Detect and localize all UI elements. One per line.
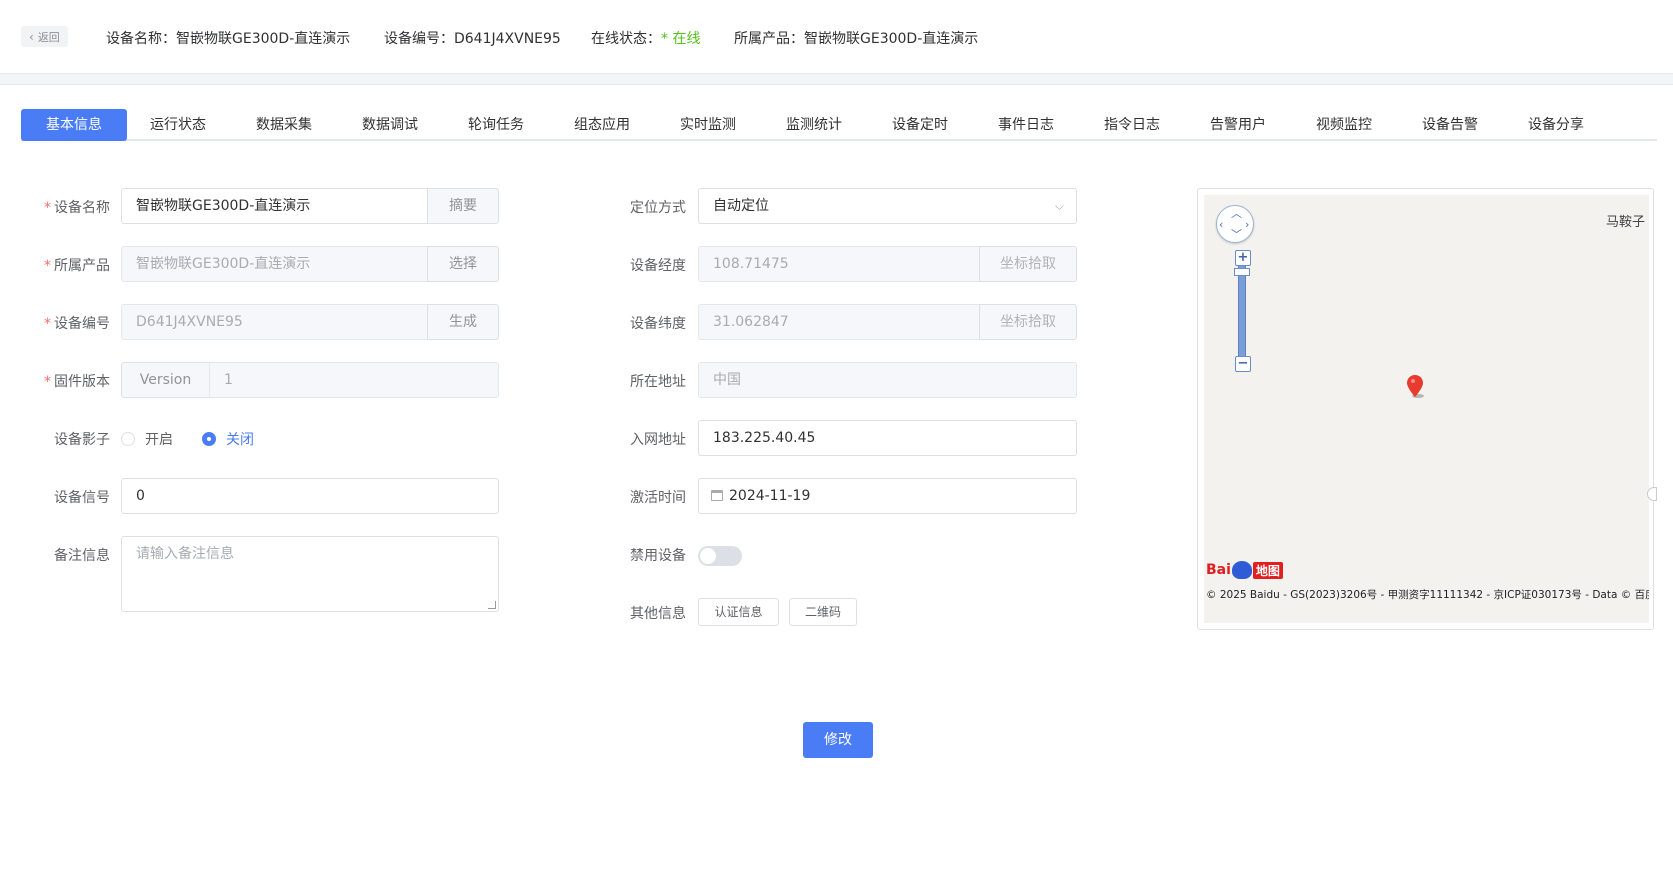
locate-label: 定位方式 bbox=[630, 200, 686, 216]
map-copyright: © 2025 Baidu - GS(2023)3206号 - 甲测资字11111… bbox=[1206, 589, 1649, 601]
ip-label: 入网地址 bbox=[630, 432, 686, 448]
remark-label: 备注信息 bbox=[54, 548, 110, 564]
device-code-label: * 设备编号 bbox=[44, 316, 110, 332]
lat-input: 31.062847 bbox=[698, 304, 980, 340]
pan-left-icon[interactable]: ‹ bbox=[1219, 219, 1223, 230]
header-device-code: 设备编号：D641J4XVNE95 bbox=[384, 31, 561, 47]
switch-knob bbox=[700, 548, 716, 564]
shadow-on-label: 开启 bbox=[145, 432, 173, 448]
map-place-label: 马鞍子 bbox=[1605, 215, 1645, 230]
signal-input[interactable]: 0 bbox=[121, 478, 499, 514]
active-time-value: 2024-11-19 bbox=[729, 488, 811, 504]
shadow-off-label: 关闭 bbox=[226, 432, 254, 448]
map-panel: 马鞍子 ︿ ﹀ ‹ › + − Bai 地图 © 2025 Baidu - GS… bbox=[1197, 188, 1657, 630]
modify-button[interactable]: 修改 bbox=[803, 722, 873, 758]
map-marker-icon[interactable] bbox=[1406, 375, 1424, 399]
device-code-input: D641J4XVNE95 bbox=[121, 304, 428, 340]
tab-data-debug[interactable]: 数据调试 bbox=[343, 109, 437, 141]
tab-run-status[interactable]: 运行状态 bbox=[131, 109, 225, 141]
lat-label: 设备纬度 bbox=[630, 316, 686, 332]
product-label: * 所属产品 bbox=[44, 258, 110, 274]
generate-code-button[interactable]: 生成 bbox=[427, 304, 499, 340]
active-time-label: 激活时间 bbox=[630, 490, 686, 506]
signal-label: 设备信号 bbox=[54, 490, 110, 506]
baidu-logo: Bai 地图 bbox=[1206, 559, 1283, 581]
chevron-down-icon: ⌵ bbox=[1054, 199, 1064, 213]
ip-input[interactable]: 183.225.40.45 bbox=[698, 420, 1077, 456]
select-product-button[interactable]: 选择 bbox=[427, 246, 499, 282]
lat-pick-button[interactable]: 坐标拾取 bbox=[979, 304, 1077, 340]
tab-video-monitor[interactable]: 视频监控 bbox=[1297, 109, 1391, 141]
baidu-paw-icon bbox=[1231, 561, 1252, 579]
tab-bar: 基本信息 运行状态 数据采集 数据调试 轮询任务 组态应用 实时监测 监测统计 … bbox=[21, 109, 1657, 141]
shadow-on-radio[interactable]: 开启 bbox=[121, 429, 173, 449]
baidu-map[interactable]: 马鞍子 ︿ ﹀ ‹ › + − Bai 地图 © 2025 Baidu - GS… bbox=[1204, 195, 1649, 623]
tab-command-log[interactable]: 指令日志 bbox=[1085, 109, 1179, 141]
pan-up-icon[interactable]: ︿ bbox=[1231, 208, 1242, 219]
tab-monitor-stats[interactable]: 监测统计 bbox=[767, 109, 861, 141]
zoom-out-icon[interactable]: − bbox=[1235, 356, 1251, 372]
map-zoom-control: + − bbox=[1234, 250, 1251, 376]
back-label: 返回 bbox=[37, 30, 60, 44]
main-card: 基本信息 运行状态 数据采集 数据调试 轮询任务 组态应用 实时监测 监测统计 … bbox=[0, 84, 1673, 874]
locate-select[interactable]: 自动定位 ⌵ bbox=[698, 188, 1077, 224]
auth-info-button[interactable]: 认证信息 bbox=[698, 598, 779, 626]
tab-device-share[interactable]: 设备分享 bbox=[1509, 109, 1603, 141]
qrcode-button[interactable]: 二维码 bbox=[789, 598, 857, 626]
firmware-input: 1 bbox=[209, 362, 499, 398]
tab-basic-info[interactable]: 基本信息 bbox=[21, 109, 127, 141]
firmware-label: * 固件版本 bbox=[44, 374, 110, 390]
summary-button[interactable]: 摘要 bbox=[427, 188, 499, 224]
map-pan-control[interactable]: ︿ ﹀ ‹ › bbox=[1216, 205, 1254, 243]
header-device-name: 设备名称：智嵌物联GE300D-直连演示 bbox=[106, 31, 351, 47]
radio-dot bbox=[121, 432, 135, 446]
radio-dot bbox=[202, 432, 216, 446]
lng-input: 108.71475 bbox=[698, 246, 980, 282]
tab-device-timer[interactable]: 设备定时 bbox=[873, 109, 967, 141]
address-input: 中国 bbox=[698, 362, 1077, 398]
lng-pick-button[interactable]: 坐标拾取 bbox=[979, 246, 1077, 282]
tab-device-alarm[interactable]: 设备告警 bbox=[1403, 109, 1497, 141]
zoom-handle[interactable] bbox=[1234, 268, 1250, 276]
tab-data-collect[interactable]: 数据采集 bbox=[237, 109, 331, 141]
online-label: 在线状态： bbox=[591, 31, 661, 47]
back-button[interactable]: ‹ 返回 bbox=[21, 26, 68, 47]
disable-label: 禁用设备 bbox=[630, 548, 686, 564]
header-online-status: 在线状态：* 在线 bbox=[591, 28, 700, 48]
zoom-track[interactable] bbox=[1238, 260, 1246, 370]
pan-down-icon[interactable]: ﹀ bbox=[1231, 229, 1242, 240]
remark-placeholder: 请输入备注信息 bbox=[136, 546, 234, 562]
chevron-left-icon: ‹ bbox=[29, 29, 34, 44]
remark-textarea[interactable]: 请输入备注信息 bbox=[121, 536, 499, 612]
other-info-label: 其他信息 bbox=[630, 606, 686, 622]
tab-scada-app[interactable]: 组态应用 bbox=[555, 109, 649, 141]
tab-poll-task[interactable]: 轮询任务 bbox=[449, 109, 543, 141]
tab-alarm-users[interactable]: 告警用户 bbox=[1191, 109, 1285, 141]
shadow-label: 设备影子 bbox=[54, 432, 110, 448]
online-value: * 在线 bbox=[661, 31, 701, 47]
calendar-icon bbox=[711, 490, 723, 501]
device-info-bar: ‹ 返回 设备名称：智嵌物联GE300D-直连演示 设备编号：D641J4XVN… bbox=[0, 0, 1673, 74]
firmware-prepend: Version bbox=[121, 362, 210, 398]
shadow-off-radio[interactable]: 关闭 bbox=[202, 429, 254, 449]
tab-event-log[interactable]: 事件日志 bbox=[979, 109, 1073, 141]
map-expand-handle[interactable] bbox=[1647, 487, 1657, 501]
disable-switch[interactable] bbox=[698, 546, 742, 566]
device-name-input[interactable]: 智嵌物联GE300D-直连演示 bbox=[121, 188, 428, 224]
resize-grip-icon[interactable] bbox=[488, 601, 496, 609]
header-product: 所属产品：智嵌物联GE300D-直连演示 bbox=[734, 31, 979, 47]
zoom-in-icon[interactable]: + bbox=[1235, 250, 1251, 266]
pan-right-icon[interactable]: › bbox=[1245, 219, 1249, 230]
lng-label: 设备经度 bbox=[630, 258, 686, 274]
locate-value: 自动定位 bbox=[713, 198, 769, 214]
address-label: 所在地址 bbox=[630, 374, 686, 390]
device-name-label: * 设备名称 bbox=[44, 200, 110, 216]
tab-realtime-monitor[interactable]: 实时监测 bbox=[661, 109, 755, 141]
product-input: 智嵌物联GE300D-直连演示 bbox=[121, 246, 428, 282]
active-time-input[interactable]: 2024-11-19 bbox=[698, 478, 1077, 514]
